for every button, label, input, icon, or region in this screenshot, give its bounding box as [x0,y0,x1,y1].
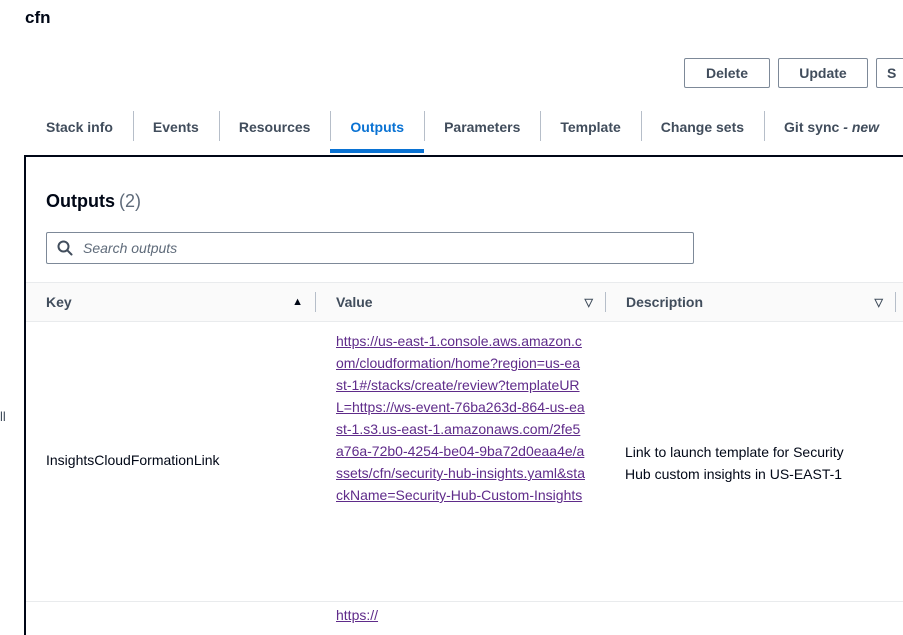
tab-label: Template [560,119,621,135]
sort-icon[interactable]: ▽ [875,296,883,309]
sort-ascending-icon[interactable]: ▲ [292,296,303,308]
update-button[interactable]: Update [778,58,868,88]
output-value: https://us-east-1.console.aws.amazon.com… [336,330,586,506]
table-header: Key ▲ Value ▽ Description ▽ [26,282,903,322]
tab-template[interactable]: Template [540,107,640,147]
tab-label: Git sync [784,119,840,135]
tab-new-badge: - new [843,119,880,135]
tab-parameters[interactable]: Parameters [424,107,540,147]
search-input[interactable] [81,239,665,257]
column-label: Value [336,294,373,310]
stack-tabs: Stack info Events Resources Outputs Para… [26,107,899,155]
table-row: InsightsCloudFormationLink https://us-ea… [26,320,903,602]
outputs-header: Outputs (2) [46,191,141,212]
column-header-value[interactable]: Value ▽ [336,283,606,321]
outputs-panel: Outputs(2) Key ▲ Value ▽ Description ▽ I… [24,155,903,635]
search-box [46,232,694,264]
tab-label: Parameters [444,119,521,135]
output-key: InsightsCloudFormationLink [46,452,220,468]
column-divider[interactable] [895,292,896,312]
column-divider[interactable] [605,292,606,312]
page-title: cfn [25,8,51,27]
sort-icon[interactable]: ▽ [585,296,593,309]
side-panel-edge: ll [0,409,6,424]
output-value-link[interactable]: https:// [336,607,378,623]
tab-stack-info[interactable]: Stack info [26,107,133,147]
outputs-count: (2) [119,191,141,211]
output-description: Link to launch template for Security Hub… [625,444,844,482]
column-header-key[interactable]: Key ▲ [46,283,316,321]
column-label: Description [626,294,704,310]
tab-change-sets[interactable]: Change sets [640,107,764,147]
tab-events[interactable]: Events [132,107,219,147]
tab-outputs[interactable]: Outputs [330,107,424,153]
stack-actions-button[interactable]: S [876,58,903,88]
tab-label: Change sets [660,119,745,135]
tab-label: Stack info [46,119,113,135]
tab-resources[interactable]: Resources [218,107,331,147]
tab-git-sync[interactable]: Git sync - new [764,107,899,147]
search-icon [57,240,73,256]
tab-label: Resources [238,119,311,135]
outputs-title: Outputs [46,191,115,211]
stack-actions: Delete Update S [684,58,903,88]
column-divider[interactable] [315,292,316,312]
column-header-description[interactable]: Description ▽ [626,283,896,321]
column-label: Key [46,294,72,310]
output-value-link[interactable]: https://us-east-1.console.aws.amazon.com… [336,333,585,503]
tab-label: Events [152,119,199,135]
delete-button[interactable]: Delete [684,58,770,88]
tab-label: Outputs [350,119,405,135]
